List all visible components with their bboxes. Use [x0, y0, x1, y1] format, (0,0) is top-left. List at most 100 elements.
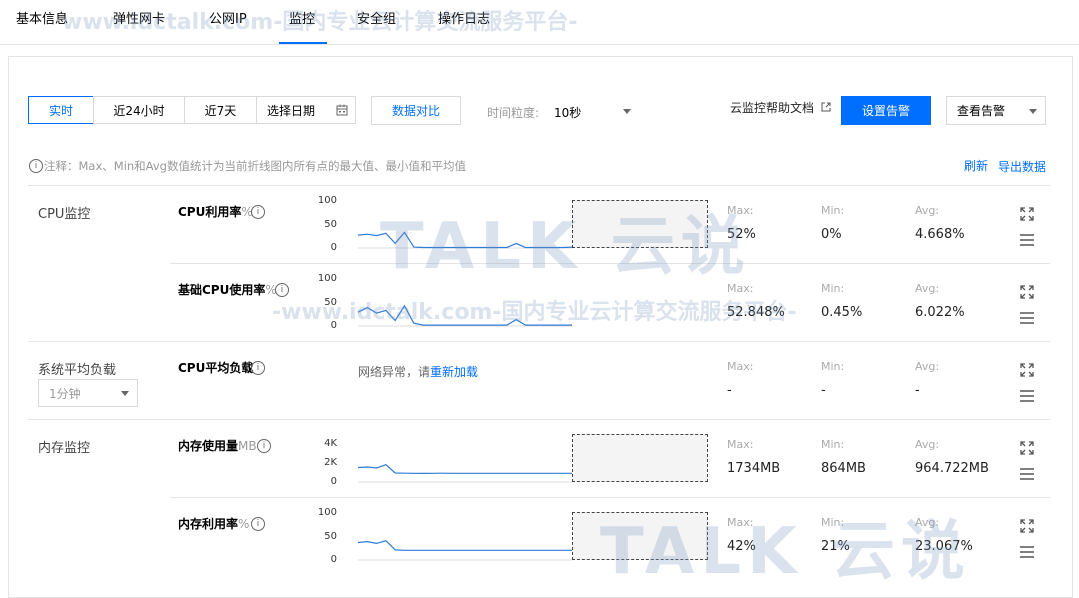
chart-base-cpu — [357, 304, 572, 327]
error-text: 网络异常，请 — [358, 365, 431, 379]
tab-monitor[interactable]: 监控 — [289, 8, 315, 27]
menu-icon[interactable] — [1020, 312, 1034, 324]
expand-icon[interactable] — [1020, 285, 1034, 299]
info-icon[interactable]: i — [257, 439, 271, 453]
stat-label-max: Max: — [727, 438, 754, 451]
tab-operation-log[interactable]: 操作日志 — [438, 8, 490, 27]
metric-name-base-cpu: 基础CPU使用率% — [178, 281, 277, 298]
export-data-link[interactable]: 导出数据 — [998, 158, 1046, 175]
load-interval-select[interactable]: 1分钟 — [38, 379, 138, 407]
stat-label-max: Max: — [727, 282, 754, 295]
expand-icon[interactable] — [1020, 519, 1034, 533]
y-tick: 0 — [330, 320, 337, 331]
menu-icon[interactable] — [1020, 468, 1034, 480]
stat-value-avg: 964.722MB — [915, 461, 989, 476]
y-tick: 2K — [324, 457, 337, 468]
y-tick: 100 — [317, 195, 337, 206]
metric-label: CPU利用率 — [178, 205, 242, 219]
chart-series-line — [357, 231, 573, 249]
stat-value-min: 0% — [821, 227, 842, 242]
date-picker-label: 选择日期 — [267, 103, 316, 118]
stat-value-avg: 4.668% — [915, 227, 965, 242]
chart-series-line — [357, 540, 572, 551]
y-tick: 50 — [324, 297, 337, 308]
calendar-icon — [336, 104, 348, 116]
y-tick: 0 — [330, 476, 337, 487]
stat-value-max: 1734MB — [727, 461, 781, 476]
metric-label: 基础CPU使用率 — [178, 283, 266, 297]
load-interval-value: 1分钟 — [49, 386, 81, 401]
stat-value-max: 42% — [727, 539, 756, 554]
help-doc-label: 云监控帮助文档 — [730, 101, 815, 115]
y-tick: 50 — [324, 531, 337, 542]
stat-label-avg: Avg: — [915, 360, 940, 373]
section-title-memory: 内存监控 — [38, 441, 91, 456]
info-icon[interactable]: i — [251, 205, 265, 219]
last-24h-button[interactable]: 近24小时 — [93, 96, 185, 124]
data-compare-button[interactable]: 数据对比 — [371, 96, 461, 125]
granularity-select[interactable]: 10秒 — [554, 104, 639, 120]
chart-selection-box[interactable] — [572, 434, 708, 482]
y-tick: 100 — [317, 273, 337, 284]
set-alarm-button[interactable]: 设置告警 — [841, 96, 931, 125]
divider — [28, 341, 1050, 342]
help-doc-link[interactable]: 云监控帮助文档 — [730, 99, 831, 116]
chart-selection-box[interactable] — [572, 512, 708, 560]
stat-value-min: - — [821, 383, 826, 398]
stat-label-avg: Avg: — [915, 438, 940, 451]
y-tick: 100 — [317, 507, 337, 518]
stat-label-min: Min: — [821, 282, 845, 295]
chart-mem-used — [357, 464, 572, 483]
metric-name-mem-used: 内存使用量MB — [178, 437, 257, 454]
stat-value-avg: - — [915, 383, 920, 398]
expand-icon[interactable] — [1020, 363, 1034, 377]
stat-value-min: 864MB — [821, 461, 866, 476]
menu-icon[interactable] — [1020, 390, 1034, 402]
last-7d-button[interactable]: 近7天 — [184, 96, 257, 124]
chart-mem-util — [357, 540, 572, 561]
y-tick: 4K — [324, 438, 337, 449]
y-tick: 0 — [330, 554, 337, 565]
tab-security-group[interactable]: 安全组 — [357, 8, 396, 27]
info-icon[interactable]: i — [275, 283, 289, 297]
y-tick: 50 — [324, 219, 337, 230]
expand-icon[interactable] — [1020, 207, 1034, 221]
divider — [28, 419, 1050, 420]
menu-icon[interactable] — [1020, 234, 1034, 246]
chevron-down-icon — [623, 109, 631, 114]
stat-label-max: Max: — [727, 360, 754, 373]
menu-icon[interactable] — [1020, 546, 1034, 558]
tab-eni[interactable]: 弹性网卡 — [113, 8, 165, 27]
section-title-cpu: CPU监控 — [38, 207, 91, 222]
metric-unit: % — [238, 517, 250, 531]
tab-basic-info[interactable]: 基本信息 — [16, 8, 68, 27]
expand-icon[interactable] — [1020, 441, 1034, 455]
refresh-link[interactable]: 刷新 — [964, 157, 988, 174]
stat-label-max: Max: — [727, 204, 754, 217]
metric-name-mem-util: 内存利用率% — [178, 515, 249, 532]
info-icon[interactable]: i — [251, 517, 265, 531]
chevron-down-icon — [1029, 109, 1037, 114]
reload-link[interactable]: 重新加载 — [430, 365, 478, 379]
chart-cpu-util — [357, 231, 573, 249]
info-icon[interactable]: i — [251, 361, 265, 375]
stat-value-max: - — [727, 383, 732, 398]
divider — [170, 497, 1050, 498]
view-alarm-select[interactable]: 查看告警 — [946, 96, 1046, 125]
tab-public-ip[interactable]: 公网IP — [209, 8, 247, 27]
date-picker[interactable]: 选择日期 — [256, 96, 356, 124]
section-title-load: 系统平均负载 — [38, 363, 117, 378]
divider — [28, 185, 1050, 186]
metric-name-cpu-util: CPU利用率% — [178, 203, 253, 220]
stat-label-min: Min: — [821, 516, 845, 529]
stat-label-avg: Avg: — [915, 516, 940, 529]
active-tab-indicator — [279, 42, 327, 44]
y-tick: 0 — [330, 242, 337, 253]
metric-label: 内存利用率 — [178, 517, 239, 531]
chevron-down-icon — [121, 391, 129, 396]
realtime-button[interactable]: 实时 — [28, 96, 94, 124]
chart-selection-box[interactable] — [572, 200, 708, 248]
stat-value-min: 21% — [821, 539, 850, 554]
chart-series-line — [357, 464, 572, 475]
stat-label-avg: Avg: — [915, 282, 940, 295]
